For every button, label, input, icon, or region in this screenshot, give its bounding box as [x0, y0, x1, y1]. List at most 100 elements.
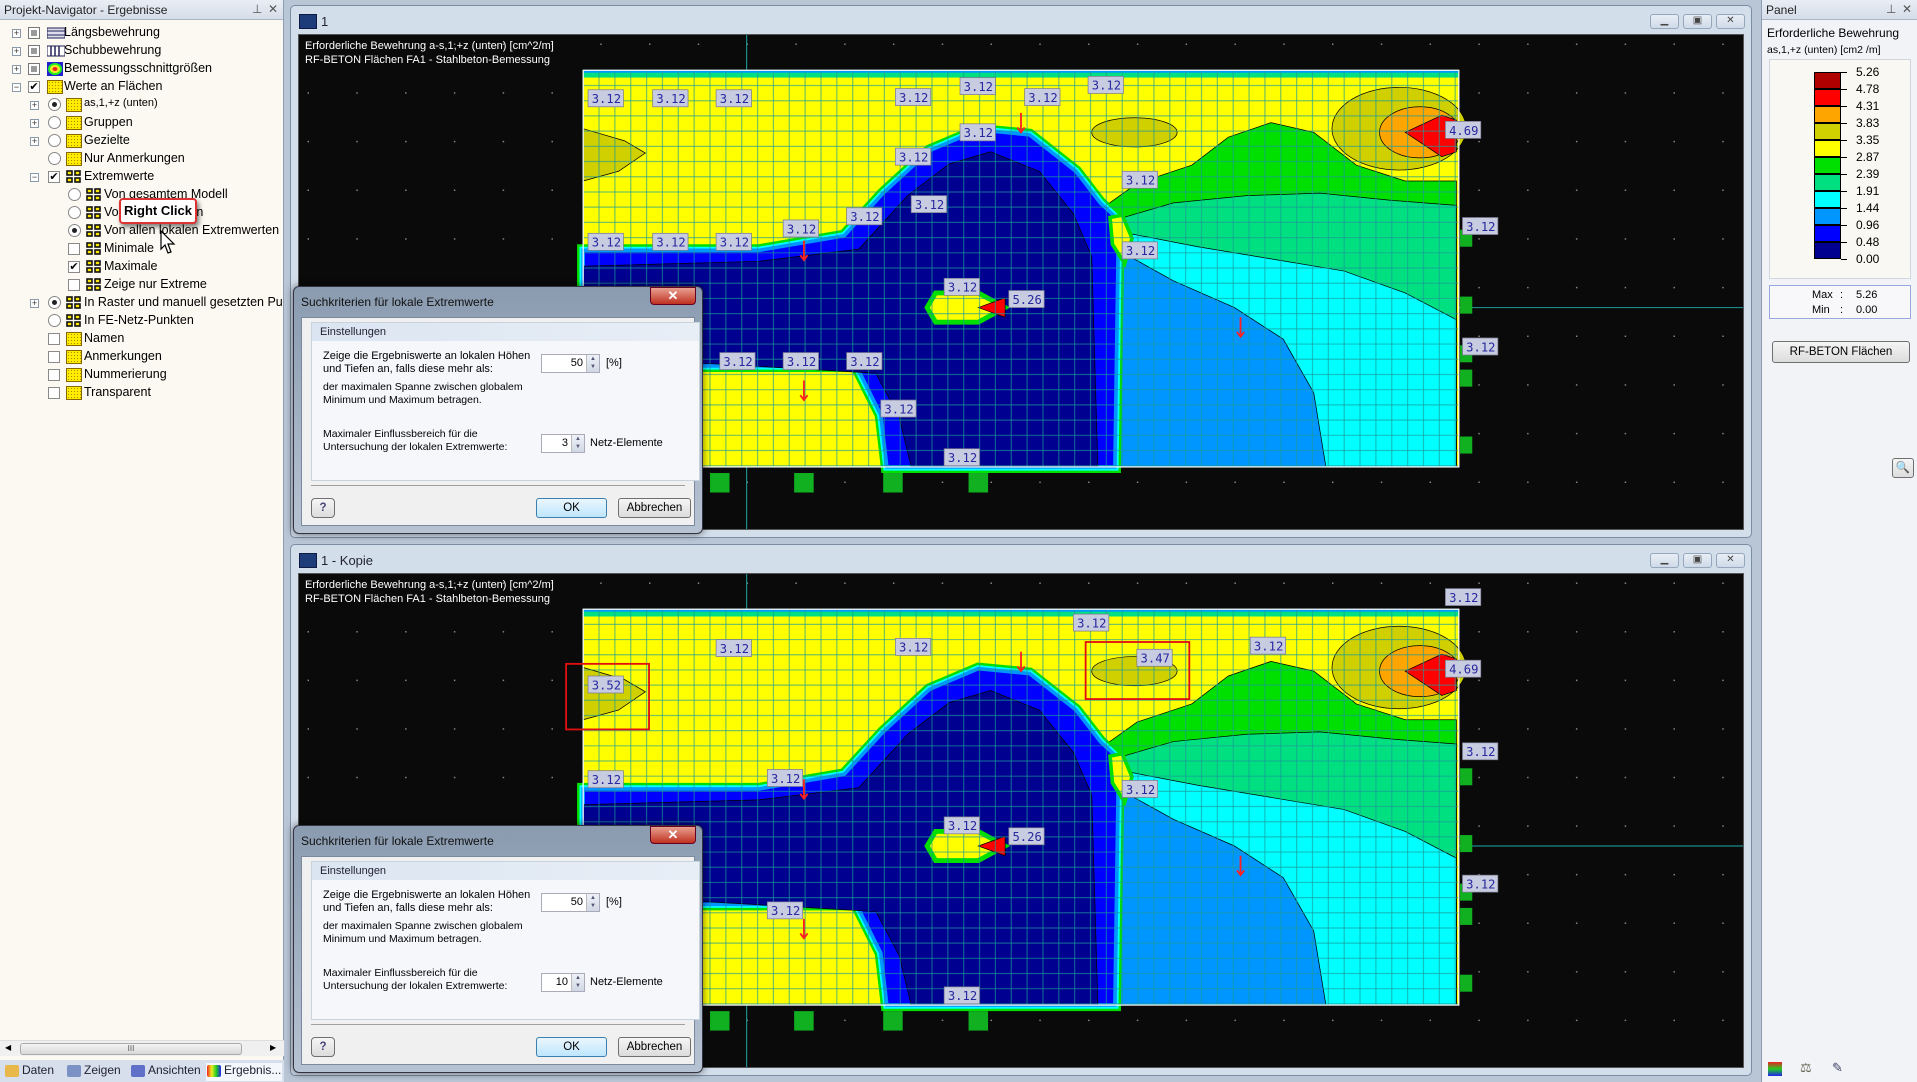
tree-item[interactable]: + Bemessungsschnittgrößen — [0, 60, 283, 78]
tab-daten[interactable]: Daten — [4, 1063, 54, 1081]
minimize-button[interactable]: ▁ — [1650, 14, 1679, 29]
tree-item[interactable]: Anmerkungen — [0, 348, 283, 366]
checkbox[interactable] — [48, 351, 60, 363]
scroll-right-icon[interactable]: ▶ — [270, 1043, 276, 1052]
grid-dot — [1429, 582, 1432, 584]
legend-value: 1.44 — [1856, 201, 1880, 215]
tree-item[interactable]: Von allen lokalen Extremwerten — [0, 222, 283, 240]
zoom-button[interactable]: 🔍 — [1892, 458, 1914, 478]
help-button[interactable]: ? — [311, 498, 335, 518]
extreme-values-icon — [86, 260, 102, 274]
expand-icon[interactable]: + — [12, 65, 21, 74]
elements-stepper[interactable]: 3 ▲ ▼ — [541, 434, 585, 453]
grid-dot — [1478, 43, 1480, 45]
elements-stepper[interactable]: 10 ▲ ▼ — [541, 973, 585, 992]
tree-item[interactable]: Zeige nur Extreme — [0, 276, 283, 294]
expand-icon[interactable]: + — [30, 299, 39, 308]
checkbox[interactable] — [68, 279, 80, 291]
checkbox[interactable] — [68, 243, 80, 255]
value-label-text: 3.12 — [964, 80, 993, 94]
radio-button[interactable] — [48, 134, 61, 147]
legend-swatch — [1814, 225, 1841, 242]
filter-icon[interactable]: ⚖ — [1800, 1060, 1812, 1076]
radio-button[interactable] — [68, 188, 81, 201]
spin-arrows-icon[interactable]: ▲ ▼ — [586, 355, 599, 372]
rf-beton-flaechen-button[interactable]: RF-BETON Flächen — [1772, 341, 1910, 363]
scroll-left-icon[interactable]: ◀ — [5, 1043, 11, 1052]
spin-arrows-icon[interactable]: ▲ ▼ — [571, 974, 584, 991]
tree-item[interactable]: + Längsbewehrung — [0, 24, 283, 42]
radio-button[interactable] — [48, 98, 61, 111]
checkbox[interactable] — [48, 369, 60, 381]
tree-item[interactable]: In FE-Netz-Punkten — [0, 312, 283, 330]
checkbox[interactable]: ✔ — [48, 171, 60, 183]
checkbox[interactable] — [48, 333, 60, 345]
grid-dot — [1429, 481, 1432, 484]
tab-zeigen[interactable]: Zeigen — [66, 1063, 121, 1081]
tree-item[interactable]: Minimale — [0, 240, 283, 258]
pin-icon[interactable]: ⊥ — [252, 2, 262, 16]
tab-ansichten[interactable]: Ansichten — [130, 1063, 201, 1081]
help-button[interactable]: ? — [311, 1037, 335, 1057]
ok-button[interactable]: OK — [536, 1037, 607, 1057]
checkbox[interactable]: ✔ — [28, 81, 40, 93]
tree-item[interactable]: Nur Anmerkungen — [0, 150, 283, 168]
maximize-button[interactable]: ▣ — [1683, 14, 1712, 29]
radio-button[interactable] — [68, 206, 81, 219]
close-icon[interactable]: ✕ — [268, 2, 278, 16]
expand-icon[interactable]: + — [30, 119, 39, 128]
pin-icon[interactable]: ⊥ — [1886, 2, 1896, 16]
legend-toggle-icon[interactable] — [1768, 1062, 1782, 1076]
radio-button[interactable] — [48, 296, 61, 309]
tree-item[interactable]: Nummerierung — [0, 366, 283, 384]
close-icon[interactable]: ✕ — [1902, 2, 1912, 16]
expand-icon[interactable]: + — [30, 101, 39, 110]
minimize-button[interactable]: ▁ — [1650, 553, 1679, 568]
edit-icon[interactable]: ✎ — [1832, 1060, 1843, 1076]
close-window-button[interactable]: ✕ — [1716, 14, 1745, 29]
grid-dot — [307, 140, 310, 143]
grid-dot — [1527, 43, 1529, 45]
radio-button[interactable] — [68, 224, 81, 237]
tree-item[interactable]: + Gezielte — [0, 132, 283, 150]
close-dialog-button[interactable]: ✕ — [650, 826, 696, 844]
tree-item[interactable]: − ✔ Werte an Flächen — [0, 78, 283, 96]
close-dialog-button[interactable]: ✕ — [650, 287, 696, 305]
ok-button[interactable]: OK — [536, 498, 607, 518]
support-icon — [1460, 768, 1473, 786]
spin-arrows-icon[interactable]: ▲ ▼ — [586, 894, 599, 911]
tree-item[interactable]: Namen — [0, 330, 283, 348]
tree-item[interactable]: Transparent — [0, 384, 283, 402]
horizontal-scrollbar[interactable]: ◀ III ▶ — [0, 1040, 284, 1056]
scrollbar-thumb[interactable]: III — [20, 1043, 242, 1055]
spin-arrows-icon[interactable]: ▲ ▼ — [571, 435, 584, 452]
tree-item[interactable]: + Schubbewehrung — [0, 42, 283, 60]
collapse-icon[interactable]: − — [30, 173, 39, 182]
radio-button[interactable] — [48, 116, 61, 129]
percent-stepper[interactable]: 50 ▲ ▼ — [541, 354, 600, 373]
expand-icon[interactable]: + — [12, 47, 21, 56]
grid-dot — [502, 238, 505, 240]
tree-item[interactable]: ✔ Maximale — [0, 258, 283, 276]
tree-item[interactable]: − ✔ Extremwerte — [0, 168, 283, 186]
cancel-button[interactable]: Abbrechen — [618, 498, 691, 518]
tab-ergebnisse[interactable]: Ergebnis... — [206, 1063, 282, 1081]
checkbox[interactable] — [28, 63, 40, 75]
percent-stepper[interactable]: 50 ▲ ▼ — [541, 893, 600, 912]
expand-icon[interactable]: + — [30, 137, 39, 146]
cancel-button[interactable]: Abbrechen — [618, 1037, 691, 1057]
tree-item[interactable]: + as,1,+z (unten) — [0, 96, 283, 114]
expand-icon[interactable]: + — [12, 29, 21, 38]
tree-item[interactable]: + Gruppen — [0, 114, 283, 132]
radio-button[interactable] — [48, 152, 61, 165]
tree-item[interactable]: + In Raster und manuell gesetzten Punkten — [0, 294, 283, 312]
radio-button[interactable] — [48, 314, 61, 327]
collapse-icon[interactable]: − — [12, 83, 21, 92]
close-window-button[interactable]: ✕ — [1716, 553, 1745, 568]
checkbox[interactable] — [28, 45, 40, 57]
checkbox[interactable] — [28, 27, 40, 39]
maximize-button[interactable]: ▣ — [1683, 553, 1712, 568]
checkbox[interactable] — [48, 387, 60, 399]
grid-dot — [502, 92, 505, 94]
checkbox[interactable]: ✔ — [68, 261, 80, 273]
